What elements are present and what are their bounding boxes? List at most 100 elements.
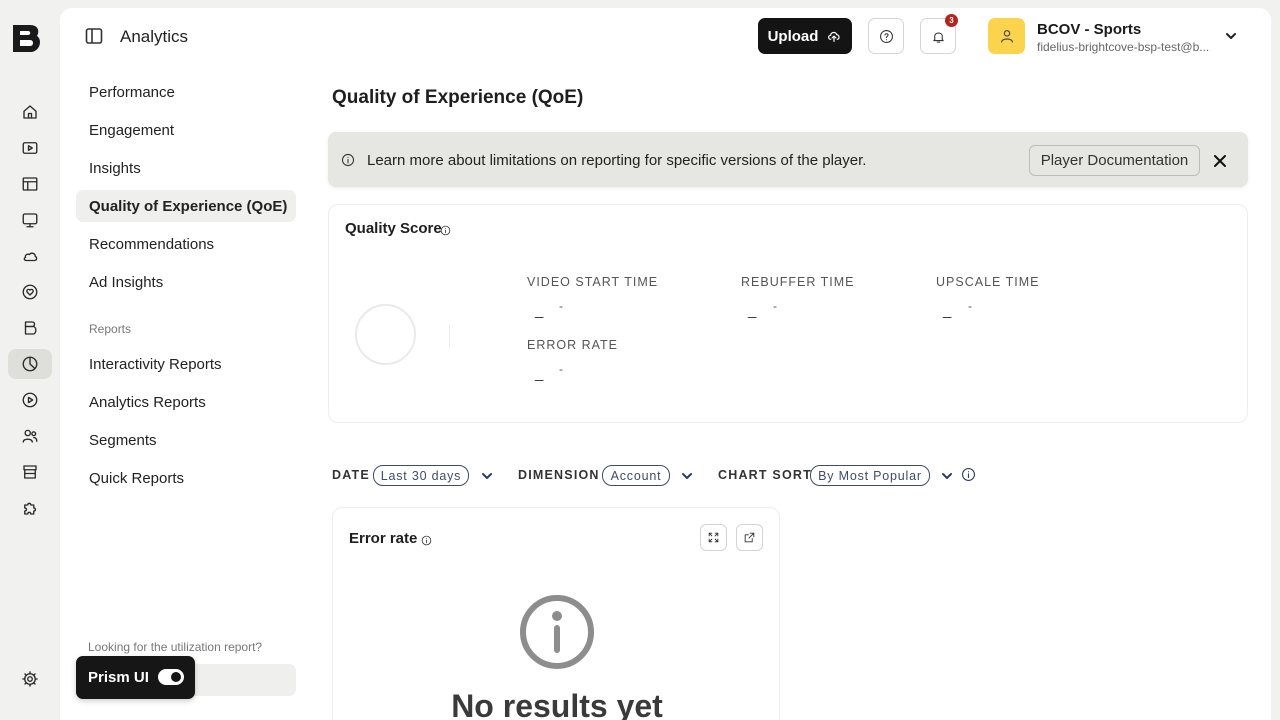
subnav-interactivity-reports[interactable]: Interactivity Reports	[76, 348, 296, 380]
analytics-icon	[22, 356, 38, 372]
quality-score-title: Quality Score	[345, 220, 442, 237]
account-menu-chevron[interactable]	[1224, 29, 1238, 43]
chevron-down-icon[interactable]	[481, 469, 493, 481]
rail-engage[interactable]	[8, 277, 52, 307]
chevron-down-icon[interactable]	[941, 469, 953, 481]
expand-button[interactable]	[700, 524, 727, 551]
puzzle-icon	[24, 502, 37, 515]
metric-change: -	[968, 299, 972, 313]
rail-integrations[interactable]	[8, 493, 52, 523]
upload-label: Upload	[767, 27, 819, 45]
quality-score-card: Quality Score VIDEO START TIME _ - REBUF…	[328, 204, 1248, 423]
rail-settings[interactable]	[8, 664, 52, 694]
metric-change: -	[559, 362, 563, 376]
rail-brand[interactable]	[8, 313, 52, 343]
bell-icon	[932, 32, 944, 43]
store-icon	[23, 465, 37, 479]
subnav-performance[interactable]: Performance	[76, 76, 296, 108]
info-icon[interactable]	[961, 467, 976, 482]
player-documentation-button[interactable]: Player Documentation	[1029, 145, 1200, 176]
dimension-filter-select[interactable]: Account	[602, 465, 670, 486]
chevron-down-icon[interactable]	[681, 469, 693, 481]
account-name[interactable]: BCOV - Sports	[1037, 21, 1141, 38]
dimension-filter-label: DIMENSION	[518, 468, 600, 482]
metric-label: REBUFFER TIME	[741, 275, 855, 289]
date-filter-select[interactable]: Last 30 days	[373, 465, 469, 486]
video-icon	[22, 142, 38, 154]
rail-audience[interactable]	[8, 421, 52, 451]
users-icon	[22, 429, 38, 443]
subnav-analytics-reports[interactable]: Analytics Reports	[76, 386, 296, 418]
chart-sort-select[interactable]: By Most Popular	[810, 465, 930, 486]
heart-icon	[22, 284, 38, 300]
gear-icon	[22, 671, 38, 687]
table-icon	[22, 177, 38, 191]
share-button[interactable]	[736, 524, 763, 551]
metric-label: UPSCALE TIME	[936, 275, 1040, 289]
subnav-engagement[interactable]: Engagement	[76, 114, 296, 146]
subnav-insights[interactable]: Insights	[76, 152, 296, 184]
cloud-upload-icon	[828, 31, 841, 42]
date-filter-label: DATE	[332, 468, 370, 482]
prism-ui-label: Prism UI	[88, 669, 149, 686]
subnav-ad-insights[interactable]: Ad Insights	[76, 266, 296, 298]
subnav-qoe[interactable]: Quality of Experience (QoE)	[76, 190, 296, 222]
reports-heading: Reports	[89, 322, 132, 336]
toggle-switch[interactable]	[158, 669, 184, 685]
info-icon[interactable]	[440, 223, 451, 236]
info-circle-icon	[519, 594, 595, 670]
account-email: fidelius-brightcove-bsp-test@b...	[1037, 40, 1210, 54]
metric-label: ERROR RATE	[527, 338, 619, 352]
metric-change: -	[559, 299, 563, 313]
chevron-down-icon	[1226, 33, 1236, 39]
help-button[interactable]	[868, 18, 904, 54]
metric-value: _	[748, 302, 757, 319]
external-link-icon	[744, 532, 755, 543]
rail-live[interactable]	[8, 241, 52, 271]
info-icon[interactable]	[421, 533, 432, 546]
info-banner: Learn more about limitations on reportin…	[328, 132, 1248, 187]
empty-state-text: No results yet	[451, 688, 663, 720]
divider	[449, 325, 450, 349]
metric-value: _	[943, 302, 952, 319]
rail-media[interactable]	[8, 133, 52, 163]
page-title: Quality of Experience (QoE)	[332, 87, 584, 108]
metric-value: _	[535, 302, 544, 319]
subnav-segments[interactable]: Segments	[76, 424, 296, 456]
prism-ui-toggle[interactable]: Prism UI	[76, 656, 195, 699]
main-panel: Analytics Upload 3 BCOV - Sports fideliu…	[60, 8, 1271, 720]
rail-home[interactable]	[8, 97, 52, 127]
banner-text: Learn more about limitations on reportin…	[367, 152, 867, 169]
error-rate-card: Error rate No results yet	[332, 507, 780, 720]
play-icon	[22, 392, 38, 408]
upload-button[interactable]: Upload	[758, 18, 852, 54]
rail-play[interactable]	[8, 385, 52, 415]
avatar[interactable]	[988, 18, 1025, 54]
metric-value: _	[535, 365, 544, 382]
screen-icon	[22, 213, 38, 228]
home-icon	[23, 105, 37, 119]
brand-icon	[24, 321, 37, 335]
rail-store[interactable]	[8, 457, 52, 487]
utilization-report-text: Looking for the utilization report?	[88, 640, 263, 654]
metric-change: -	[773, 299, 777, 313]
close-icon[interactable]	[1214, 154, 1226, 167]
subnav-quick-reports[interactable]: Quick Reports	[76, 462, 296, 494]
app-title: Analytics	[120, 27, 189, 46]
error-rate-title: Error rate	[349, 530, 418, 547]
brightcove-logo-icon[interactable]	[10, 22, 44, 56]
rail-analytics[interactable]	[8, 349, 52, 379]
rail-playlists[interactable]	[8, 169, 52, 199]
sidebar-toggle-icon[interactable]	[85, 27, 103, 45]
notification-badge: 3	[945, 14, 958, 27]
icon-rail	[0, 0, 58, 720]
subnav-recommendations[interactable]: Recommendations	[76, 228, 296, 260]
info-icon	[341, 153, 355, 167]
chart-sort-label: CHART SORT	[718, 468, 812, 482]
expand-icon	[708, 532, 719, 543]
metric-label: VIDEO START TIME	[527, 275, 659, 289]
help-icon	[879, 29, 893, 43]
user-icon	[1000, 30, 1013, 43]
notifications-button[interactable]: 3	[920, 14, 958, 54]
rail-players[interactable]	[8, 205, 52, 235]
